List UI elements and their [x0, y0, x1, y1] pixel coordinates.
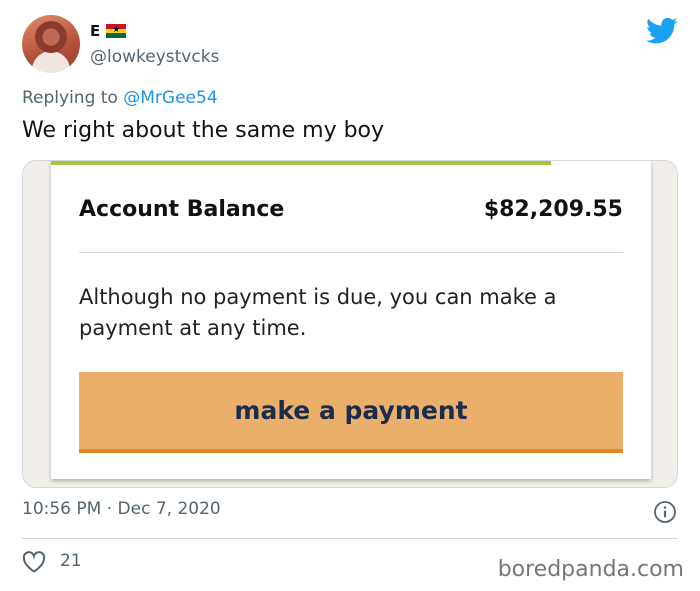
- avatar[interactable]: [22, 15, 80, 73]
- replying-prefix: Replying to: [22, 88, 124, 108]
- tweet-text: We right about the same my boy: [22, 118, 385, 143]
- reply-mention-link[interactable]: @MrGee54: [123, 88, 217, 108]
- author-name-row: E ★: [90, 22, 127, 40]
- ghana-flag-icon: ★: [106, 24, 127, 39]
- author-handle[interactable]: @lowkeystvcks: [90, 47, 219, 67]
- balance-value: $82,209.55: [483, 197, 623, 222]
- card-divider: [79, 252, 623, 253]
- action-divider: [22, 538, 678, 539]
- make-payment-label: make a payment: [234, 396, 468, 425]
- heart-icon[interactable]: [22, 551, 46, 573]
- display-name[interactable]: E: [90, 22, 100, 40]
- twitter-bird-icon: [646, 17, 678, 44]
- card-accent-line: [51, 161, 551, 165]
- account-balance-card: Account Balance $82,209.55 Although no p…: [51, 161, 651, 479]
- make-payment-button: make a payment: [79, 372, 623, 453]
- tweet-media-image[interactable]: Account Balance $82,209.55 Although no p…: [22, 160, 678, 488]
- payment-note: Although no payment is due, you can make…: [79, 285, 557, 340]
- info-icon[interactable]: [653, 500, 677, 524]
- tweet-timestamp[interactable]: 10:56 PM · Dec 7, 2020: [22, 499, 221, 519]
- site-watermark: boredpanda.com: [497, 557, 684, 582]
- replying-to: Replying to @MrGee54: [22, 88, 218, 108]
- like-count[interactable]: 21: [60, 551, 82, 571]
- balance-label: Account Balance: [79, 197, 285, 222]
